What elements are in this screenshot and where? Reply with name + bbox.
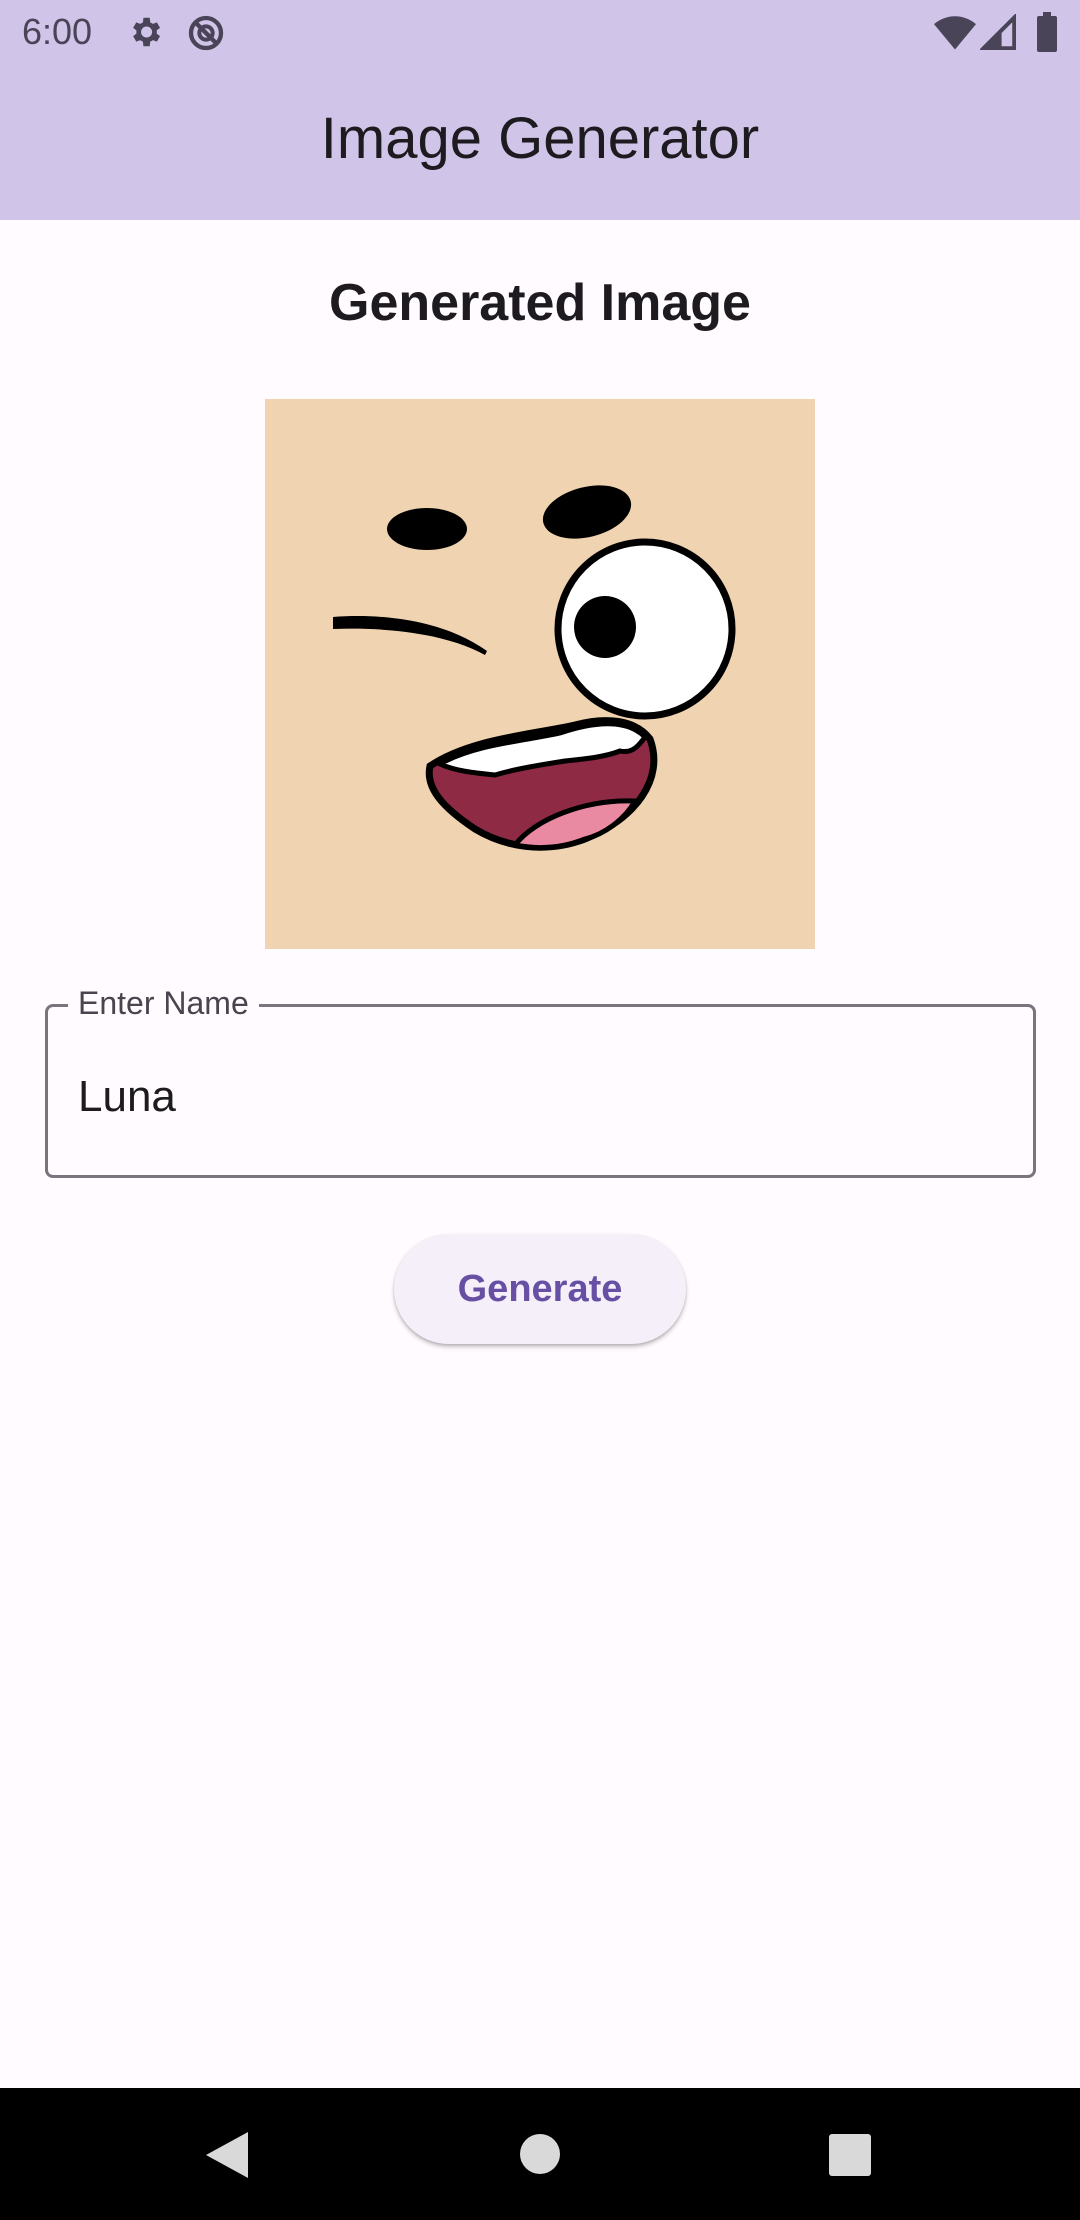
name-field-label: Enter Name (68, 981, 259, 1025)
pupil (574, 596, 636, 658)
battery-icon (1034, 12, 1060, 57)
cell-signal-icon (978, 12, 1017, 55)
recents-icon[interactable] (829, 2134, 871, 2181)
right-eyebrow (542, 485, 632, 539)
name-field[interactable]: Enter Name Luna (45, 981, 1036, 1178)
generate-button[interactable]: Generate (394, 1234, 686, 1344)
left-eyebrow (387, 508, 467, 550)
no-sync-icon (186, 13, 226, 58)
name-field-value[interactable]: Luna (78, 1069, 176, 1125)
wifi-icon (934, 14, 976, 55)
back-icon[interactable] (204, 2130, 250, 2185)
status-time: 6:00 (22, 11, 93, 52)
generated-image (265, 399, 815, 949)
gear-icon (126, 13, 164, 56)
status-bar: 6:00 (0, 0, 1080, 64)
app-title: Image Generator (320, 106, 760, 171)
nav-bar (0, 2088, 1080, 2220)
app-bar: Image Generator (0, 64, 1080, 220)
home-icon[interactable] (520, 2134, 560, 2179)
section-title: Generated Image (329, 274, 751, 332)
winking-eye (333, 616, 487, 655)
cartoon-face-image (333, 485, 736, 851)
